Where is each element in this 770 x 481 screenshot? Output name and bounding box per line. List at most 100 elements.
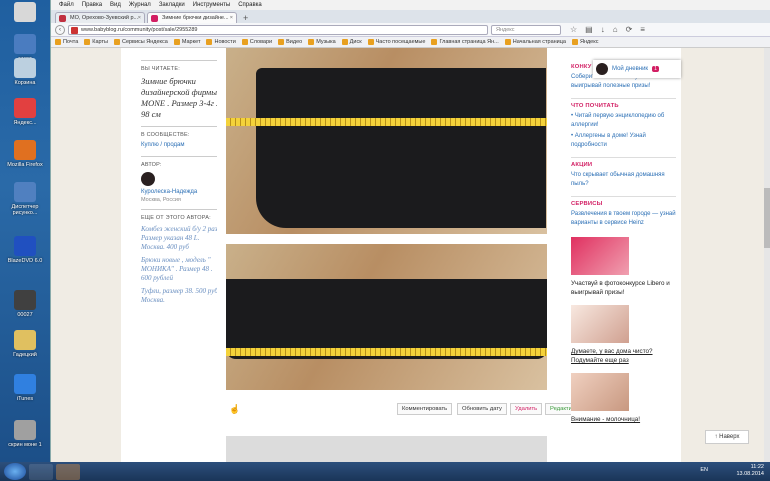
menu-item[interactable]: Закладки [159, 0, 185, 10]
diary-popup[interactable]: Мой дневник 1 [593, 60, 681, 78]
clipboard-icon[interactable]: ▤ [585, 25, 593, 34]
bookmark-label: Маркет [181, 39, 201, 45]
read-link[interactable]: • Аллергены в доме! Узнай подробности [571, 132, 676, 149]
bookmark-item[interactable]: Почта [55, 39, 78, 45]
menu-item[interactable]: Правка [82, 0, 102, 10]
photo-1 [226, 48, 547, 234]
app-icon [14, 98, 36, 118]
post-title: Зимние брючки дизайнерской фирмы MONE . … [141, 76, 219, 119]
desktop-icon[interactable]: Корзина [2, 58, 48, 86]
services-link[interactable]: Развлечения в твоем городе — узнай вариа… [571, 210, 676, 227]
promo-link-3[interactable]: Внимание - молочница! [571, 415, 676, 424]
desktop-icon[interactable]: скрин моне 1 [2, 420, 48, 448]
app-icon [14, 58, 36, 78]
close-icon[interactable]: × [138, 13, 141, 23]
menu-icon[interactable]: ≡ [640, 25, 645, 34]
desktop-icon[interactable]: iTunes [2, 374, 48, 402]
menu-item[interactable]: Журнал [129, 0, 151, 10]
desktop-icon-label: BlazeDVD 6.0 [7, 258, 43, 264]
left-sidebar: ВЫ ЧИТАЕТЕ: Зимние брючки дизайнерской ф… [121, 48, 223, 462]
bookmark-icon [308, 39, 315, 45]
bookmark-icon [431, 39, 438, 45]
download-icon[interactable]: ↓ [601, 25, 605, 34]
tab-favicon [151, 15, 158, 22]
desktop-icon-label: скрин моне 1 [8, 442, 42, 448]
desktop-icon[interactable]: Гадецкий [2, 330, 48, 358]
bookmark-item[interactable]: Видео [278, 39, 302, 45]
scrollbar-thumb[interactable] [764, 188, 770, 248]
promo-image-2[interactable] [571, 305, 629, 343]
media-player-icon[interactable] [29, 463, 53, 480]
menu-item[interactable]: Инструменты [193, 0, 230, 10]
author-link[interactable]: Куролеска-Надежда [141, 189, 223, 195]
menu-item[interactable]: Вид [110, 0, 121, 10]
sync-icon[interactable]: ⟳ [626, 25, 633, 34]
more-link[interactable]: Брюки новые , модель " МОНИКА" . Размер … [141, 256, 223, 283]
app-icon [14, 2, 36, 22]
bookmark-item[interactable]: Яндекс [571, 39, 598, 45]
desktop-icon[interactable]: Диспетчер рисунко... [2, 182, 48, 216]
bookmark-item[interactable]: Музыка [308, 39, 336, 45]
bookmark-icon [113, 39, 120, 45]
tab-2[interactable]: Зимние брючки дизайне... × [147, 12, 237, 23]
bookmark-item[interactable]: Маркет [173, 39, 201, 45]
clock-time[interactable]: 11:22 [736, 464, 764, 471]
app-icon [14, 34, 36, 54]
tab-1[interactable]: МО, Орехово-Зуевский р... × [55, 12, 145, 23]
bookmark-item[interactable]: Карты [84, 39, 108, 45]
bookmark-item[interactable]: Главная страница Ян... [431, 39, 499, 45]
more-link[interactable]: Комбез женский б/у 2 раза. Размер указан… [141, 225, 223, 252]
promo-image-3[interactable] [571, 373, 629, 411]
search-input[interactable]: Яндекс [491, 24, 561, 35]
url-field[interactable]: www.babyblog.ru/community/post/sale/2955… [68, 24, 488, 35]
close-icon[interactable]: × [230, 13, 233, 23]
menu-item[interactable]: Файл [59, 0, 74, 10]
star-icon[interactable]: ☆ [570, 25, 577, 34]
diary-label: Мой дневник [612, 66, 649, 72]
firefox-icon[interactable] [56, 463, 80, 480]
desktop-icon-label: Диспетчер рисунко... [11, 204, 39, 216]
delete-button[interactable]: Удалить [510, 403, 543, 415]
menu-item[interactable]: Справка [238, 0, 262, 10]
home-icon[interactable]: ⌂ [613, 25, 618, 34]
sales-heading: АКЦИИ [571, 157, 676, 168]
bookmark-item[interactable]: Новости [206, 39, 236, 45]
desktop-icon[interactable]: BlazeDVD 6.0 [2, 236, 48, 264]
bookmark-item[interactable]: Диск [341, 39, 362, 45]
measuring-tape [226, 348, 547, 356]
back-icon[interactable]: ‹ [55, 24, 65, 35]
bookmark-item[interactable]: Часто посещаемые [367, 39, 425, 45]
bookmark-label: Видео [286, 39, 303, 45]
menu-bar: Файл Правка Вид Журнал Закладки Инструменты Сп… [51, 0, 770, 10]
new-tab-button[interactable]: + [243, 13, 248, 23]
desktop-icon[interactable] [2, 2, 48, 24]
bookmark-item[interactable]: Словари [241, 39, 273, 45]
community-link[interactable]: Куплю / продам [141, 142, 223, 148]
desktop-icon[interactable]: Mozilla Firefox [2, 140, 48, 168]
bookmark-label: Словари [249, 39, 273, 45]
language-indicator[interactable]: EN [700, 467, 708, 474]
promo-image-1[interactable] [571, 237, 629, 275]
bookmark-item[interactable]: Начальная страница [504, 39, 566, 45]
scroll-up-button[interactable]: ↑ Наверх [705, 430, 749, 444]
promo-link-1[interactable]: Участвуй в фотоконкурсе Libero и выигрыв… [571, 279, 676, 297]
page: ВЫ ЧИТАЕТЕ: Зимние брючки дизайнерской ф… [51, 48, 770, 462]
desktop: зилогКорзинаЯндекс...Mozilla FirefoxДисп… [0, 0, 50, 462]
more-link[interactable]: Туфли, размер 38. 500 руб. Москва. [141, 287, 223, 305]
scrollbar[interactable] [764, 48, 770, 462]
sales-link[interactable]: Что скрывает обычная домашняя пыль? [571, 171, 676, 188]
toolbar-icons: ☆ ▤ ↓ ⌂ ⟳ ≡ [570, 25, 645, 34]
promo-link-2[interactable]: Думаете, у вас дома чисто? Подумайте еще… [571, 347, 676, 365]
bookmark-icon [241, 39, 248, 45]
desktop-icon[interactable]: 00027 [2, 290, 48, 318]
desktop-icon[interactable]: Яндекс... [2, 98, 48, 126]
comment-button[interactable]: Комментировать [397, 403, 453, 415]
avatar[interactable] [141, 172, 155, 186]
read-link[interactable]: • Читай первую энциклопедию об аллергии! [571, 112, 676, 129]
like-icon[interactable]: ☝ [229, 404, 240, 415]
start-button[interactable] [4, 463, 26, 480]
reading-label: ВЫ ЧИТАЕТЕ: [141, 60, 223, 72]
update-date-button[interactable]: Обновить дату [457, 403, 507, 415]
bookmark-item[interactable]: Сервисы Яндекса [113, 39, 168, 45]
author-label: АВТОР: [141, 156, 223, 168]
